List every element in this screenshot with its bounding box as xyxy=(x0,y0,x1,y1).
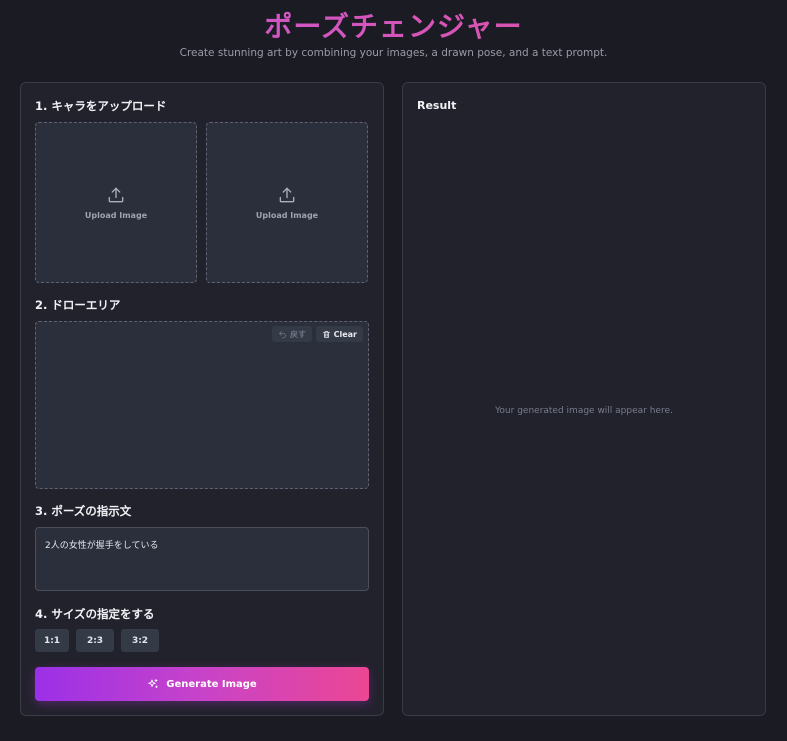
prompt-textarea[interactable]: 2人の女性が握手をしている xyxy=(35,527,369,591)
upload-icon xyxy=(279,187,295,203)
generate-image-button[interactable]: Generate Image xyxy=(35,667,369,701)
size-option-1-1[interactable]: 1:1 xyxy=(35,629,69,652)
upload-icon xyxy=(108,187,124,203)
undo-button[interactable]: 戻す xyxy=(272,326,312,342)
result-panel: Result Your generated image will appear … xyxy=(402,82,766,716)
size-option-2-3[interactable]: 2:3 xyxy=(76,629,114,652)
app-subtitle: Create stunning art by combining your im… xyxy=(179,47,608,59)
upload-slot-label: Upload Image xyxy=(84,211,148,220)
upload-slot-2[interactable]: Upload Image xyxy=(206,122,368,283)
trash-icon xyxy=(322,330,330,338)
result-placeholder: Your generated image will appear here. xyxy=(495,406,673,416)
drawing-canvas[interactable]: 戻す Clear xyxy=(35,321,369,489)
result-title: Result xyxy=(417,99,457,112)
upload-slot-1[interactable]: Upload Image xyxy=(35,122,197,283)
generate-button-label: Generate Image xyxy=(166,678,257,690)
controls-panel: 1. キャラをアップロード Upload Image Upload Image … xyxy=(20,82,384,716)
size-option-3-2[interactable]: 3:2 xyxy=(121,629,159,652)
undo-label: 戻す xyxy=(290,329,306,339)
clear-button[interactable]: Clear xyxy=(315,326,363,342)
draw-section-title: 2. ドローエリア xyxy=(35,298,121,312)
prompt-section-title: 3. ポーズの指示文 xyxy=(35,504,132,518)
clear-label: Clear xyxy=(333,329,357,339)
app-title: ポーズチェンジャー xyxy=(0,8,787,46)
undo-icon xyxy=(279,330,286,338)
upload-slot-label: Upload Image xyxy=(255,211,319,220)
upload-section-title: 1. キャラをアップロード xyxy=(35,99,167,113)
sparkles-icon xyxy=(148,679,158,688)
page-header: ポーズチェンジャー Create stunning art by combini… xyxy=(0,8,787,59)
size-section-title: 4. サイズの指定をする xyxy=(35,607,155,621)
